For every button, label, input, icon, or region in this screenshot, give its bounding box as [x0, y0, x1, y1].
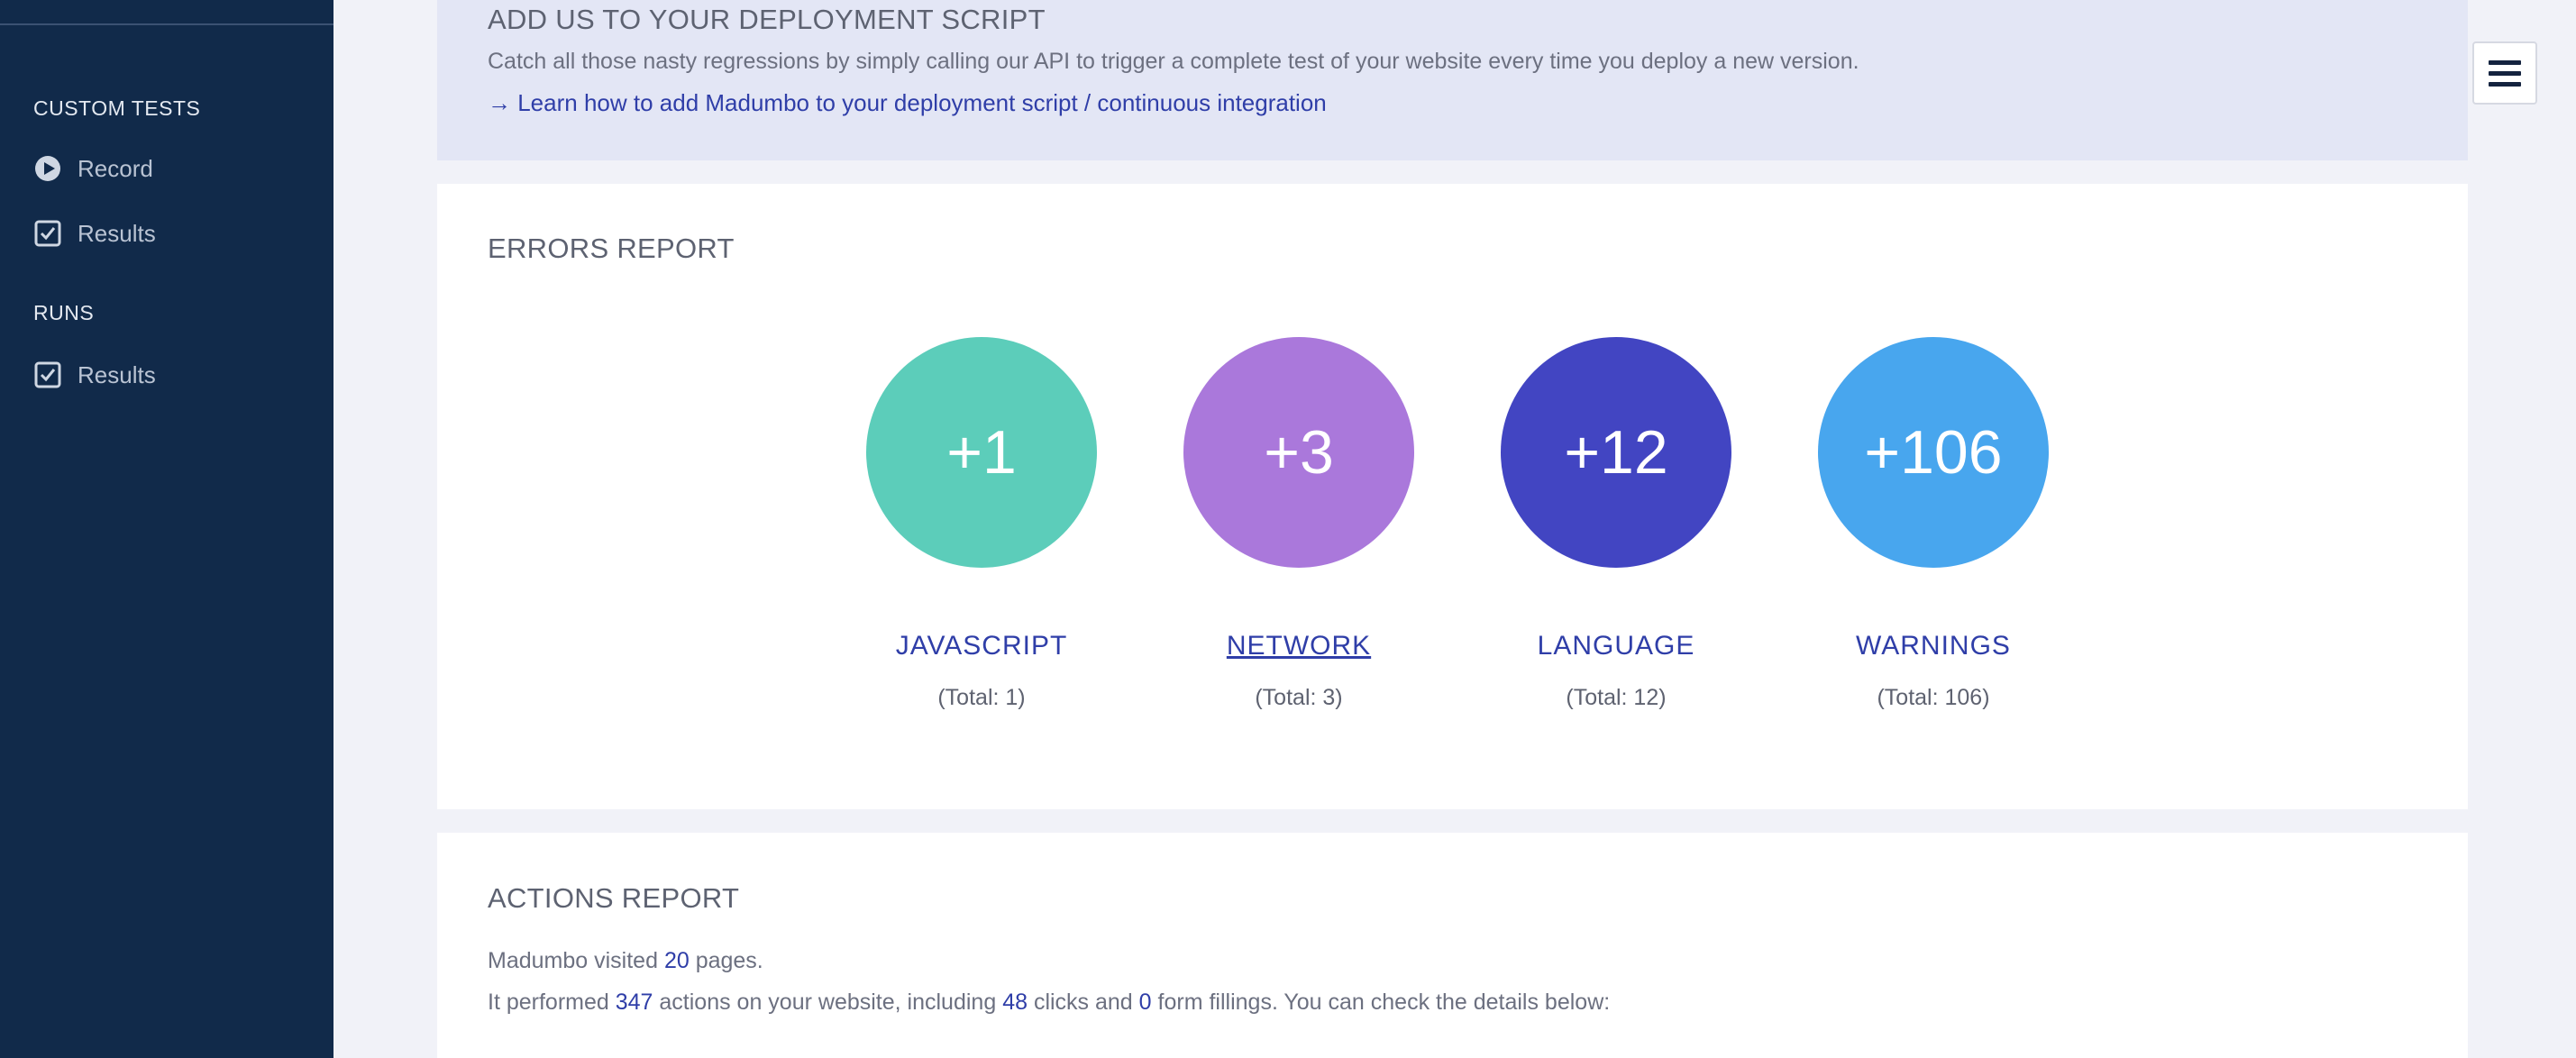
deployment-script-panel: ADD US TO YOUR DEPLOYMENT SCRIPT Catch a…	[437, 0, 2468, 160]
sidebar-section-custom-tests: CUSTOM TESTS	[33, 96, 201, 120]
hamburger-menu-icon[interactable]	[2472, 41, 2537, 105]
sidebar-item-custom-results[interactable]: Results	[33, 215, 156, 251]
actions-report-title: ACTIONS REPORT	[488, 882, 740, 914]
actions-pages-line: Madumbo visited 20 pages.	[488, 948, 763, 974]
metric-total: (Total: 12)	[1566, 685, 1667, 710]
errors-report-title: ERRORS REPORT	[488, 233, 735, 264]
clicks-count: 48	[1002, 990, 1028, 1015]
text-fragment: Madumbo visited	[488, 948, 664, 973]
menu-bar	[2489, 81, 2521, 87]
checkbox-icon	[33, 360, 62, 389]
sidebar-section-runs: RUNS	[33, 301, 95, 324]
actions-summary-line: It performed 347 actions on your website…	[488, 990, 1610, 1016]
metric-label-javascript-link[interactable]: JAVASCRIPT	[864, 631, 1099, 661]
text-fragment: pages.	[689, 948, 763, 973]
sidebar-item-label: Results	[78, 360, 156, 388]
pages-count: 20	[663, 948, 690, 973]
play-circle-icon	[33, 154, 62, 183]
text-fragment: actions on your website, including	[653, 990, 1003, 1015]
text-fragment: form fillings. You can check the details…	[1151, 990, 1611, 1015]
metric-value: +3	[1264, 418, 1334, 487]
metric-total: (Total: 3)	[1255, 685, 1343, 710]
sidebar-divider	[0, 23, 333, 25]
menu-bar	[2489, 70, 2521, 76]
metric-circle-warnings: +106	[1818, 337, 2049, 568]
sidebar-item-label: Record	[78, 154, 153, 182]
metric-label-warnings-link[interactable]: WARNINGS	[1816, 631, 2051, 661]
metric-value: +12	[1564, 418, 1668, 487]
metric-circle-javascript: +1	[866, 337, 1097, 568]
text-fragment: It performed	[488, 990, 616, 1015]
metric-total: (Total: 1)	[937, 685, 1026, 710]
sidebar-item-record[interactable]: Record	[33, 150, 153, 187]
menu-bar	[2489, 59, 2521, 65]
metric-network: +3 NETWORK (Total: 3)	[1182, 337, 1416, 711]
sidebar-item-runs-results[interactable]: Results	[33, 357, 156, 393]
metric-label-network-link[interactable]: NETWORK	[1182, 631, 1416, 661]
sidebar-item-label: Results	[78, 219, 156, 247]
metric-value: +1	[946, 418, 1017, 487]
checkbox-icon	[33, 219, 62, 248]
metric-javascript: +1 JAVASCRIPT (Total: 1)	[864, 337, 1099, 711]
text-fragment: clicks and	[1028, 990, 1139, 1015]
deployment-title: ADD US TO YOUR DEPLOYMENT SCRIPT	[488, 4, 1046, 35]
errors-report-panel: ERRORS REPORT +1 JAVASCRIPT (Total: 1) +…	[437, 184, 2468, 809]
metric-language: +12 LANGUAGE (Total: 12)	[1499, 337, 1733, 711]
sidebar: CUSTOM TESTS Record Results RUNS Results	[0, 0, 333, 1058]
metric-total: (Total: 106)	[1877, 685, 1990, 710]
forms-count: 0	[1138, 990, 1152, 1015]
actions-report-panel: ACTIONS REPORT Madumbo visited 20 pages.…	[437, 833, 2468, 1058]
actions-count: 347	[615, 990, 653, 1015]
metric-circle-language: +12	[1501, 337, 1731, 568]
metric-label-language-link[interactable]: LANGUAGE	[1499, 631, 1733, 661]
metric-circle-network: +3	[1183, 337, 1414, 568]
deployment-description: Catch all those nasty regressions by sim…	[488, 49, 1859, 74]
deployment-learn-link[interactable]: → Learn how to add Madumbo to your deplo…	[488, 89, 1327, 117]
metric-value: +106	[1864, 418, 2003, 487]
metric-warnings: +106 WARNINGS (Total: 106)	[1816, 337, 2051, 711]
